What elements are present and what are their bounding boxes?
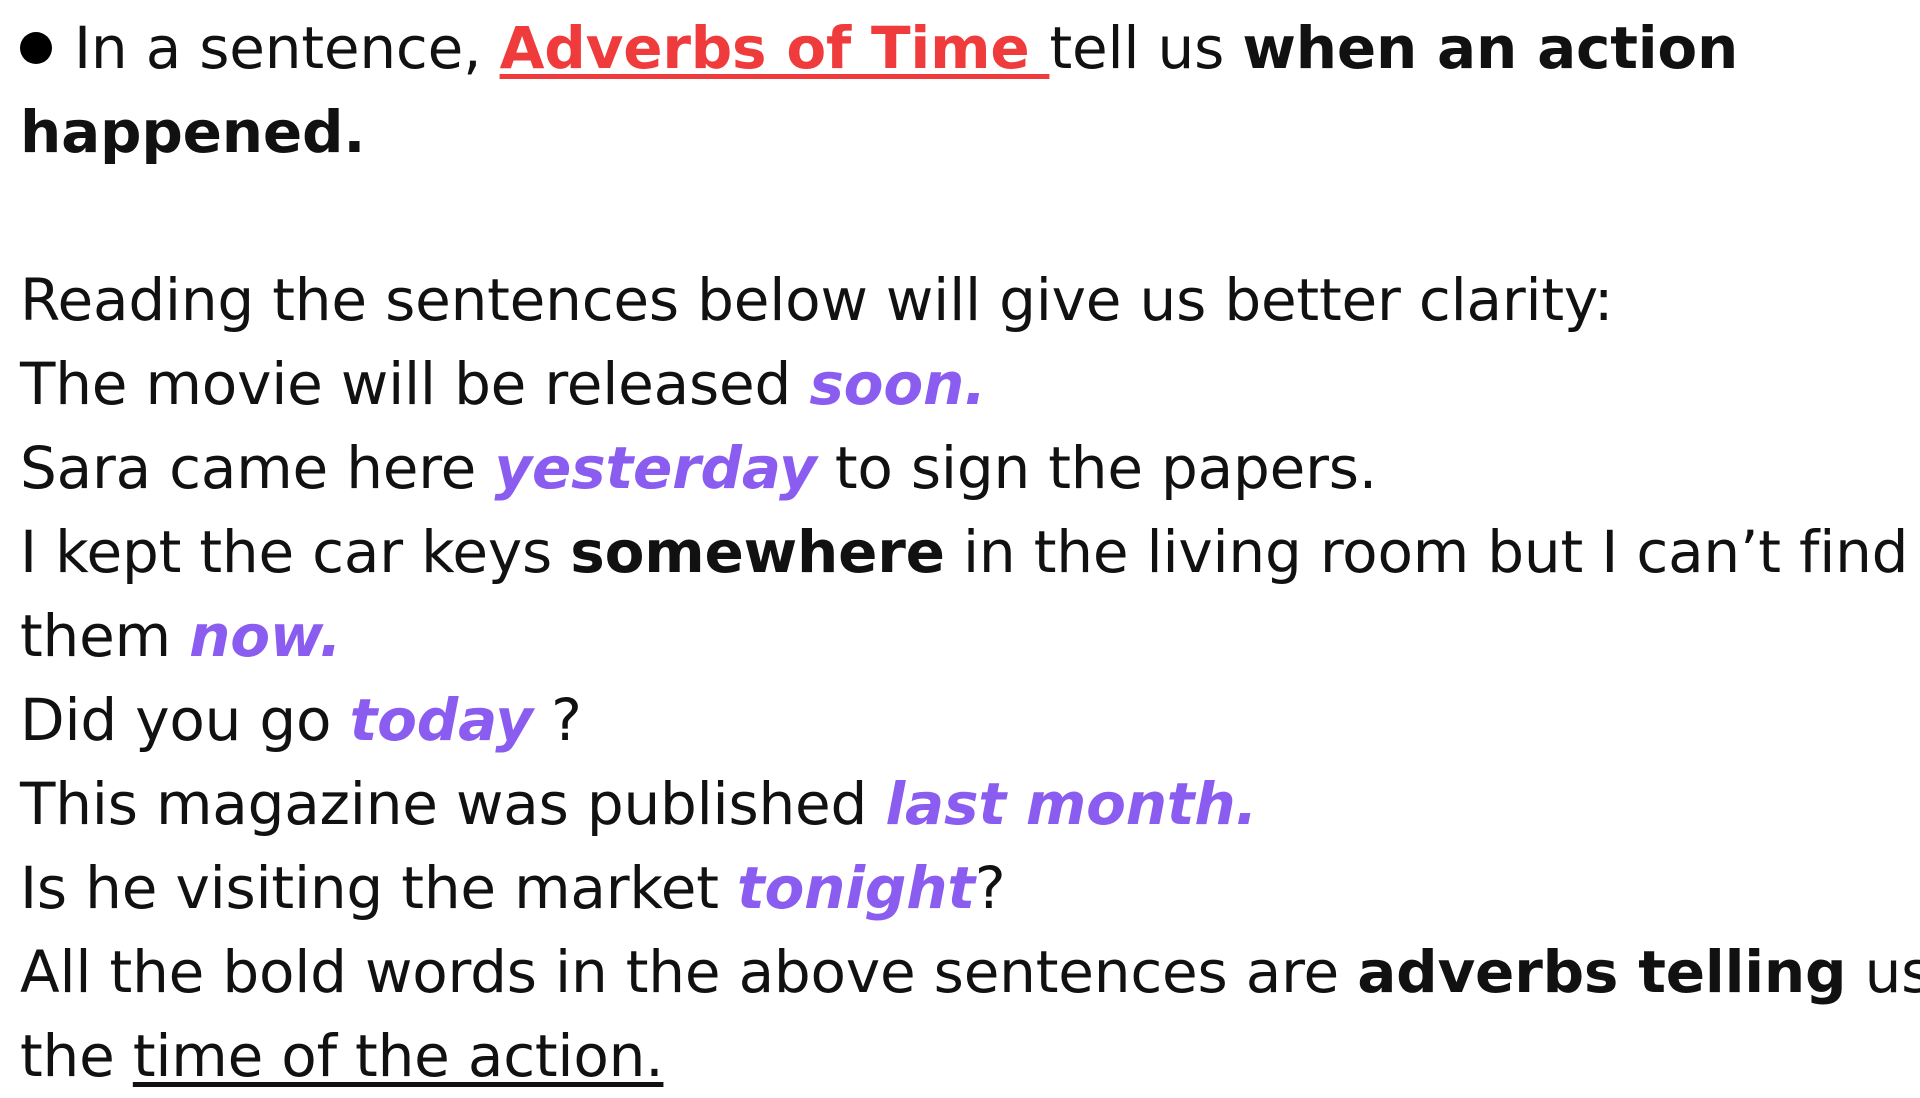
lead-text: Reading the sentences below will give us… xyxy=(20,266,1614,334)
lesson-text: In a sentence, Adverbs of Time tell us w… xyxy=(20,6,1920,1098)
example-sentence-3-line-1: I kept the car keys somewhere in the liv… xyxy=(20,510,1909,594)
conclusion-line-1: All the bold words in the above sentence… xyxy=(20,930,1920,1014)
conclusion-bold: adverbs telling xyxy=(1357,938,1847,1006)
adverb-now: now. xyxy=(189,602,342,670)
intro-middle: tell us xyxy=(1049,14,1243,82)
example-sentence-6: Is he visiting the market tonight? xyxy=(20,846,1900,930)
example-sentence-3-line-2: them now. xyxy=(20,594,1900,678)
adverb-yesterday: yesterday xyxy=(494,434,817,502)
sentence-text: I kept the car keys xyxy=(20,518,571,586)
sentence-text: This magazine was published xyxy=(20,770,886,838)
example-sentence-2: Sara came here yesterday to sign the pap… xyxy=(20,426,1900,510)
adverb-last-month: last month. xyxy=(885,770,1258,838)
example-sentence-1: The movie will be released soon. xyxy=(20,342,1900,426)
lead-line: Reading the sentences below will give us… xyxy=(20,258,1900,342)
bullet-icon xyxy=(20,32,52,64)
sentence-text: Did you go xyxy=(20,686,350,754)
word-somewhere: somewhere xyxy=(570,518,945,586)
intro-bold-line2: happened. xyxy=(20,98,366,166)
sentence-text: them xyxy=(20,602,190,670)
example-sentence-4: Did you go today ? xyxy=(20,678,1900,762)
intro-prefix: In a sentence, xyxy=(74,14,500,82)
conclusion-line-2: the time of the action. xyxy=(20,1014,1900,1098)
intro-line-1: In a sentence, Adverbs of Time tell us w… xyxy=(20,6,1900,90)
sentence-text: Is he visiting the market xyxy=(20,854,737,922)
sentence-text: to sign the papers. xyxy=(816,434,1378,502)
term-adverbs-of-time: Adverbs of Time xyxy=(499,14,1050,82)
adverb-today: today xyxy=(349,686,533,754)
adverb-soon: soon. xyxy=(809,350,986,418)
sentence-text: Sara came here xyxy=(20,434,495,502)
sentence-text: ? xyxy=(532,686,582,754)
sentence-text: in the living room but I can’t find xyxy=(944,518,1909,586)
example-sentence-5: This magazine was published last month. xyxy=(20,762,1900,846)
conclusion-text: us xyxy=(1864,938,1920,1006)
conclusion-text: All the bold words in the above sentence… xyxy=(20,938,1358,1006)
intro-bold-end: when an action xyxy=(1242,14,1739,82)
adverb-tonight: tonight xyxy=(736,854,975,922)
sentence-text: ? xyxy=(974,854,1006,922)
intro-line-2: happened. xyxy=(20,90,1900,174)
sentence-text: The movie will be released xyxy=(20,350,810,418)
